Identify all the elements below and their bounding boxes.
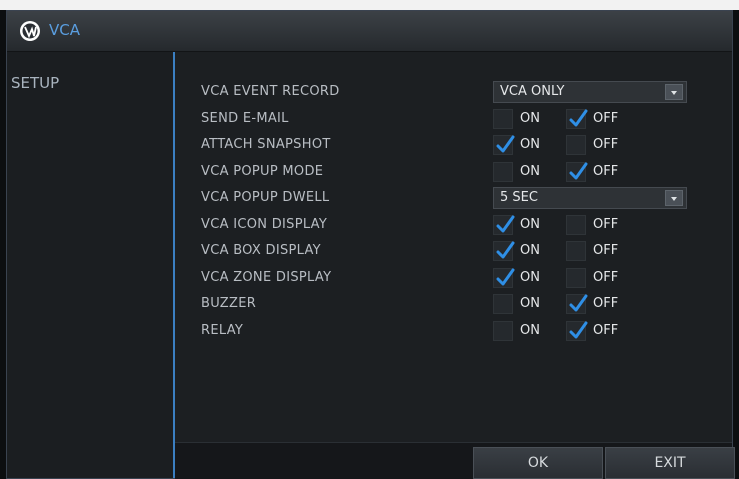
checkbox-off[interactable] (566, 135, 586, 155)
setting-label: VCA EVENT RECORD (201, 84, 340, 99)
settings-panel: VCA EVENT RECORD VCA ONLY SEND E-MAIL ON OFF… (175, 52, 732, 442)
setting-dropdown[interactable]: VCA ONLY (493, 81, 687, 103)
setting-label: VCA ICON DISPLAY (201, 216, 328, 232)
setting-row: VCA BOX DISPLAY ON OFF (175, 239, 732, 265)
option-label-on: ON (520, 216, 540, 232)
checkbox-on[interactable] (493, 135, 515, 155)
checkmark-icon (567, 291, 589, 319)
ok-button[interactable]: OK (473, 447, 603, 479)
footer-bar: OK EXIT (175, 442, 735, 479)
dropdown-value: VCA ONLY (500, 84, 565, 99)
checkbox-on[interactable] (493, 320, 513, 341)
option-label-off: OFF (593, 163, 619, 179)
checkbox-off[interactable] (566, 267, 586, 288)
option-label-on: ON (520, 110, 540, 126)
setting-label: SEND E-MAIL (201, 110, 289, 126)
setting-row: VCA EVENT RECORD VCA ONLY (175, 80, 732, 106)
checkbox-off[interactable] (566, 108, 588, 129)
option-label-off: OFF (593, 137, 619, 152)
top-strip (0, 0, 739, 10)
setting-label: VCA ZONE DISPLAY (201, 269, 332, 285)
window-title: VCA (49, 21, 80, 39)
chevron-down-icon[interactable] (665, 190, 683, 206)
setting-label: ATTACH SNAPSHOT (201, 137, 331, 152)
checkbox-off[interactable] (566, 320, 588, 341)
exit-button[interactable]: EXIT (605, 447, 735, 479)
option-label-on: ON (520, 243, 540, 258)
checkbox-on[interactable] (493, 267, 515, 288)
left-nav: SETUP (7, 52, 173, 478)
checkbox-off[interactable] (566, 241, 586, 261)
option-label-on: ON (520, 163, 540, 179)
option-label-off: OFF (593, 296, 619, 311)
chevron-down-icon[interactable] (665, 84, 683, 100)
option-label-on: ON (520, 137, 540, 152)
setting-row: VCA POPUP MODE ON OFF (175, 160, 732, 186)
setting-label: VCA POPUP MODE (201, 163, 324, 179)
setting-label: BUZZER (201, 296, 257, 311)
vca-logo-icon (20, 21, 40, 41)
setting-label: VCA BOX DISPLAY (201, 243, 321, 258)
checkbox-on[interactable] (493, 161, 513, 182)
option-label-off: OFF (593, 322, 619, 338)
setting-label: RELAY (201, 322, 244, 338)
setting-row: RELAY ON OFF (175, 319, 732, 345)
checkbox-off[interactable] (566, 214, 586, 235)
checkmark-icon (494, 238, 516, 266)
setting-row: SEND E-MAIL ON OFF (175, 107, 732, 133)
option-label-off: OFF (593, 216, 619, 232)
checkmark-icon (494, 132, 516, 160)
title-bar: VCA (7, 11, 732, 52)
dropdown-value: 5 SEC (500, 190, 538, 205)
checkbox-on[interactable] (493, 294, 513, 314)
option-label-off: OFF (593, 110, 619, 126)
option-label-on: ON (520, 296, 540, 311)
checkbox-off[interactable] (566, 294, 588, 314)
setting-row: VCA ZONE DISPLAY ON OFF (175, 266, 732, 292)
checkbox-on[interactable] (493, 241, 515, 261)
setting-row: ATTACH SNAPSHOT ON OFF (175, 133, 732, 159)
checkmark-icon (567, 159, 589, 187)
checkbox-on[interactable] (493, 214, 515, 235)
option-label-off: OFF (593, 269, 619, 285)
setting-label: VCA POPUP DWELL (201, 190, 330, 205)
option-label-on: ON (520, 322, 540, 338)
checkmark-icon (494, 265, 516, 293)
checkmark-icon (494, 212, 516, 240)
checkmark-icon (567, 106, 589, 134)
checkmark-icon (567, 318, 589, 346)
nav-item-setup[interactable]: SETUP (11, 74, 59, 92)
checkbox-off[interactable] (566, 161, 588, 182)
checkbox-on[interactable] (493, 108, 513, 129)
setting-row: VCA POPUP DWELL 5 SEC (175, 186, 732, 212)
setting-dropdown[interactable]: 5 SEC (493, 187, 687, 209)
setting-row: BUZZER ON OFF (175, 292, 732, 318)
vca-window: VCA SETUP VCA EVENT RECORD VCA ONLY SEND E… (6, 10, 735, 479)
setting-row: VCA ICON DISPLAY ON OFF (175, 213, 732, 239)
option-label-on: ON (520, 269, 540, 285)
option-label-off: OFF (593, 243, 619, 258)
